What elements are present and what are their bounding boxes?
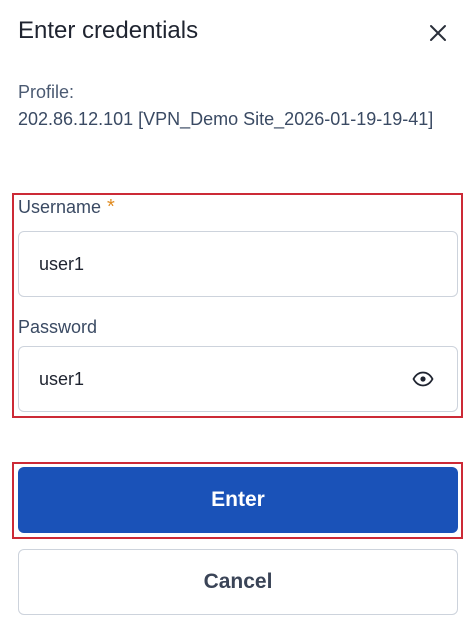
show-password-toggle[interactable] [408,366,438,392]
credentials-dialog: Enter credentials Profile: 202.86.12.101… [0,0,474,631]
close-icon [430,25,446,41]
close-button[interactable] [424,19,452,47]
password-label: Password [18,317,98,337]
username-label: Username * [18,195,115,219]
profile-label: Profile: [18,82,75,102]
username-input[interactable] [18,231,458,297]
username-label-text: Username [18,197,102,217]
eye-icon [412,371,434,387]
password-input[interactable] [18,346,458,412]
dialog-title: Enter credentials [18,17,199,44]
required-marker: * [107,196,115,218]
enter-button[interactable]: Enter [18,467,458,533]
cancel-button[interactable]: Cancel [18,549,458,615]
profile-value: 202.86.12.101 [VPN_Demo Site_2026-01-19-… [18,109,434,129]
